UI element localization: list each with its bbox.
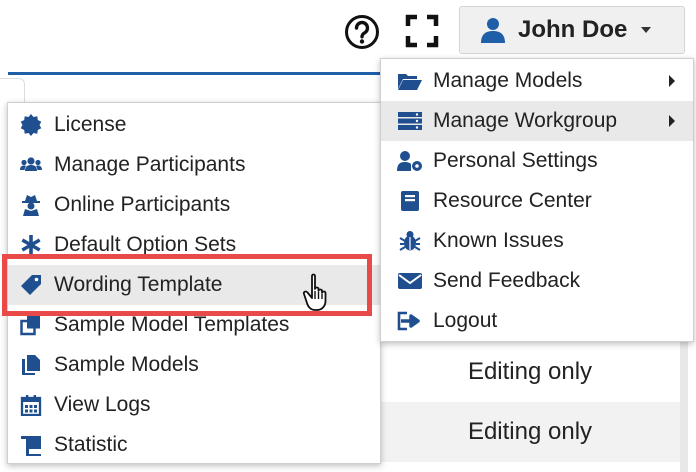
menu-item-manage-models[interactable]: Manage Models [381,61,693,101]
table-cell: Editing only [467,418,593,445]
certificate-icon [20,114,42,136]
menu-item-label: License [54,113,127,136]
menu-item-label: Manage Models [433,69,583,92]
menu-item-label: Send Feedback [433,269,581,292]
envelope-icon [398,273,422,289]
menu-item-label: Sample Models [54,353,199,376]
menu-item-view-logs[interactable]: View Logs [8,385,380,425]
caret-down-icon [641,27,652,33]
fullscreen-icon[interactable] [405,14,439,48]
accent-divider [8,72,382,75]
files-icon [22,355,40,375]
cart-icon [21,436,41,456]
menu-item-resource-center[interactable]: Resource Center [381,181,693,221]
menu-item-license[interactable]: License [8,105,380,145]
menu-item-label: Known Issues [433,229,564,252]
caret-right-icon [669,75,675,87]
menu-item-label: Logout [433,309,498,332]
menu-item-label: Personal Settings [433,149,598,172]
background-table: Editing only Editing only [380,342,696,472]
menu-item-label: Online Participants [54,193,231,216]
menu-item-personal-settings[interactable]: Personal Settings [381,141,693,181]
menu-item-manage-participants[interactable]: Manage Participants [8,145,380,185]
table-row: Editing only [380,402,680,462]
help-icon[interactable] [344,14,380,50]
menu-item-sample-models[interactable]: Sample Models [8,345,380,385]
user-menu-button[interactable]: John Doe [459,6,685,54]
menu-item-logout[interactable]: Logout [381,301,693,341]
menu-item-label: Manage Participants [54,153,246,176]
menu-item-label: Manage Workgroup [433,109,618,132]
clone-icon [20,315,40,336]
menu-item-default-option-sets[interactable]: Default Option Sets [8,225,380,265]
user-secret-icon [22,195,40,216]
user-name: John Doe [518,16,628,43]
calendar-icon [20,395,42,416]
menu-item-send-feedback[interactable]: Send Feedback [381,261,693,301]
table-cell: Editing only [467,358,593,385]
menu-item-label: Default Option Sets [54,233,237,256]
tag-icon [21,275,41,295]
asterisk-icon [21,235,41,255]
bug-icon [399,231,421,251]
user-icon [481,18,505,43]
server-icon [398,112,422,130]
menu-item-manage-workgroup[interactable]: Manage Workgroup [381,101,693,141]
hand-cursor-icon [302,273,327,311]
menu-item-online-participants[interactable]: Online Participants [8,185,380,225]
menu-item-label: Sample Model Templates [54,313,290,336]
menu-item-label: Statistic [54,433,128,456]
users-icon [20,157,42,171]
table-divider [680,342,688,472]
table-row: Editing only [380,342,680,402]
sign-out-icon [397,311,420,331]
menu-item-label: View Logs [54,393,151,416]
book-icon [401,191,419,211]
menu-item-label: Resource Center [433,189,592,212]
menu-item-statistic[interactable]: Statistic [8,425,380,465]
user-cog-icon [397,151,422,171]
caret-right-icon [669,115,675,127]
menu-item-label: Wording Template [54,273,223,296]
folder-open-icon [398,74,422,90]
menu-item-known-issues[interactable]: Known Issues [381,221,693,261]
user-dropdown-menu: Manage Models Manage Workgroup Personal … [380,58,694,342]
